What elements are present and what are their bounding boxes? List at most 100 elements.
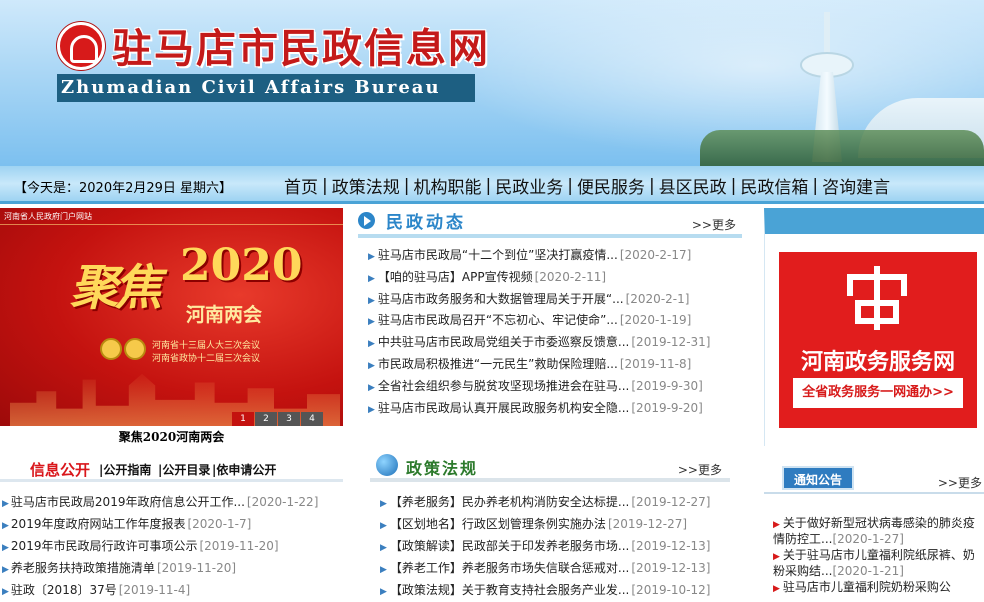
list-item[interactable]: ▶ 关于驻马店市儿童福利院纸尿裤、奶粉采购结...[2020-1-21] (773, 548, 984, 578)
apply-public-link[interactable]: |依申请公开 (212, 461, 276, 478)
slide-page-4[interactable]: 4 (301, 412, 323, 426)
arrow-icon: ▶ (380, 587, 387, 597)
trees-illustration (700, 130, 984, 166)
arrow-icon: ▶ (773, 584, 780, 594)
list-item[interactable]: ▶ 驻马店市民政局2019年政府信息公开工作... [2020-1-22] (2, 494, 342, 516)
list-item[interactable]: ▶ 驻马店市民政局“十二个到位”坚决打赢疫情... [2020-2-17] (368, 246, 744, 268)
info-public-title[interactable]: 信息公开 (30, 459, 90, 480)
info-public-list: ▶ 驻马店市民政局2019年政府信息公开工作... [2020-1-22] ▶ 201… (2, 494, 342, 602)
slide-tag: 河南省人民政府门户网站 (4, 212, 92, 221)
policy-title[interactable]: 政策法规 (406, 455, 478, 479)
globe-icon (376, 454, 398, 476)
nav-functions[interactable]: 机构职能 (413, 173, 481, 198)
nav-separator: | (322, 175, 328, 196)
nav-separator: | (812, 175, 819, 196)
list-item[interactable]: ▶ 全省社会组织参与脱贫攻坚现场推进会在驻马... [2019-9-30] (368, 377, 744, 399)
site-title-en: Zhumadian Civil Affairs Bureau (57, 74, 475, 102)
slide-line-1: 河南省十三届人大三次会议 (152, 341, 261, 351)
policy-more-link[interactable]: >>更多 (678, 461, 722, 478)
list-item[interactable]: ▶ 驻马店市儿童福利院奶粉采购公 (773, 580, 984, 596)
list-item[interactable]: ▶ 市民政局积极推进“一元民生”救助保险理赔... [2019-11-8] (368, 355, 744, 377)
slide-subtitle: 河南两会 (186, 304, 263, 326)
list-item[interactable]: ▶ 【区划地名】行政区划管理条例实施办法 [2019-12-27] (380, 516, 730, 538)
arrow-icon: ▶ (368, 339, 375, 350)
arrow-icon: ▶ (368, 360, 375, 371)
slide-page-1[interactable]: 1 (232, 412, 254, 426)
arrow-icon: ▶ (773, 552, 780, 562)
gov-service-logo-icon (847, 266, 907, 330)
nav-mailbox[interactable]: 民政信箱 (740, 173, 808, 198)
gov-service-name: 河南政务服务网 (800, 350, 955, 375)
main-nav: 首页 | 政策法规 | 机构职能 | 民政业务 | 便民服务 | 县区民政 | … (284, 173, 890, 199)
public-catalog-link[interactable]: |公开目录 (158, 461, 210, 478)
header-banner: 驻马店市民政信息网 Zhumadian Civil Affairs Bureau (0, 0, 984, 166)
arrow-icon: ▶ (773, 520, 780, 530)
slide-calligraphy: 聚焦 (70, 260, 162, 316)
list-item[interactable]: ▶ 2019年度政府网站工作年度报表 [2020-1-7] (2, 516, 342, 538)
national-emblem-icon (100, 338, 122, 360)
arrow-icon: ▶ (368, 252, 375, 262)
slide-pager: 1 2 3 4 (232, 412, 324, 426)
list-item[interactable]: ▶ 【政策解读】民政部关于印发养老服务市场... [2019-12-13] (380, 538, 730, 560)
nav-policy[interactable]: 政策法规 (332, 173, 400, 198)
list-item[interactable]: ▶ 2019年市民政局行政许可事项公示 [2019-11-20] (2, 538, 342, 560)
slide-year: 2020 (180, 240, 303, 291)
nav-separator: | (648, 175, 655, 196)
arrow-icon: ▶ (2, 521, 9, 531)
arrow-icon: ▶ (368, 295, 375, 306)
site-title: 驻马店市民政信息网 (112, 25, 490, 72)
arrow-icon: ▶ (380, 521, 387, 531)
nav-services[interactable]: 便民服务 (577, 173, 645, 198)
list-item[interactable]: ▶ 【养老服务】民办养老机构消防安全达标提... [2019-12-27] (380, 494, 730, 516)
nav-business[interactable]: 民政业务 (495, 173, 563, 198)
list-item[interactable]: ▶ 驻马店市政务服务和大数据管理局关于开展“... [2020-2-1] (368, 290, 744, 312)
notice-list: ▶ 关于做好新型冠状病毒感染的肺炎疫情防控工...[2020-1-27] ▶ 关于驻… (773, 516, 984, 598)
news-title[interactable]: 民政动态 (386, 208, 466, 233)
civil-affairs-emblem-icon (57, 22, 105, 70)
arrow-icon: ▶ (368, 404, 375, 415)
slide-page-3[interactable]: 3 (278, 412, 300, 426)
notice-tab[interactable]: 通知公告 (782, 466, 854, 490)
nav-separator: | (485, 175, 492, 196)
featured-slide[interactable]: 河南省人民政府门户网站 聚焦 2020 河南两会 河南省十三届人大三次会议 河南… (0, 208, 343, 426)
public-guide-link[interactable]: |公开指南 (99, 461, 151, 478)
arrow-icon: ▶ (2, 587, 9, 597)
list-item[interactable]: ▶ 【政策法规】关于教育支持社会服务产业发... [2019-10-12] (380, 582, 730, 602)
arrow-icon: ▶ (380, 565, 387, 575)
slide-page-2[interactable]: 2 (255, 412, 277, 426)
list-item[interactable]: ▶ 【养老工作】养老服务市场失信联合惩戒对... [2019-12-13] (380, 560, 730, 582)
list-item[interactable]: ▶ 驻政〔2018〕37号 [2019-11-4] (2, 582, 342, 602)
gov-service-banner[interactable]: 河南政务服务网 全省政务服务一网通办>> (779, 252, 977, 428)
notice-more-link[interactable]: >>更多 (938, 474, 982, 491)
arrow-icon: ▶ (368, 382, 375, 393)
policy-header: 政策法规 >>更多 (370, 452, 730, 482)
arrow-icon: ▶ (368, 317, 375, 328)
slide-line-2: 河南省政协十二届三次会议 (152, 354, 261, 364)
nav-separator: | (567, 175, 573, 196)
list-item[interactable]: ▶ 【咱的驻马店】APP宣传视频 [2020-2-11] (368, 268, 744, 290)
gov-service-box: 河南政务服务网 全省政务服务一网通办>> (764, 208, 984, 446)
list-item[interactable]: ▶ 中共驻马店市民政局党组关于市委巡察反馈意... [2019-12-31] (368, 333, 744, 355)
list-item[interactable]: ▶ 驻马店市民政局认真开展民政服务机构安全隐... [2019-9-20] (368, 399, 744, 421)
gov-service-button[interactable]: 全省政务服务一网通办>> (793, 378, 963, 408)
nav-county[interactable]: 县区民政 (659, 173, 727, 198)
nav-home[interactable]: 首页 (284, 173, 318, 198)
current-date: 【今天是：2020年2月29日 星期六】 (14, 181, 233, 196)
nav-separator: | (403, 175, 410, 196)
arrow-icon: ▶ (2, 499, 9, 509)
list-item[interactable]: ▶ 驻马店市民政局召开“不忘初心、牢记使命”... [2020-1-19] (368, 311, 744, 333)
news-more-link[interactable]: >>更多 (692, 216, 736, 233)
nav-bar: 【今天是：2020年2月29日 星期六】 首页 | 政策法规 | 机构职能 | … (0, 166, 984, 204)
slide-caption[interactable]: 聚焦2020河南两会 (0, 428, 343, 445)
slide-divider (0, 224, 343, 225)
nav-consult[interactable]: 咨询建言 (822, 173, 890, 198)
list-item[interactable]: ▶ 养老服务扶持政策措施清单 [2019-11-20] (2, 560, 342, 582)
news-header: 民政动态 >>更多 (358, 208, 742, 238)
nav-separator: | (730, 175, 737, 196)
arrow-icon: ▶ (380, 543, 387, 553)
arrow-icon: ▶ (368, 273, 375, 284)
list-item[interactable]: ▶ 关于做好新型冠状病毒感染的肺炎疫情防控工...[2020-1-27] (773, 516, 984, 546)
play-circle-icon (358, 212, 375, 229)
policy-list: ▶ 【养老服务】民办养老机构消防安全达标提... [2019-12-27] ▶ 【区划… (380, 494, 730, 602)
notice-header: 通知公告 >>更多 (764, 464, 984, 494)
